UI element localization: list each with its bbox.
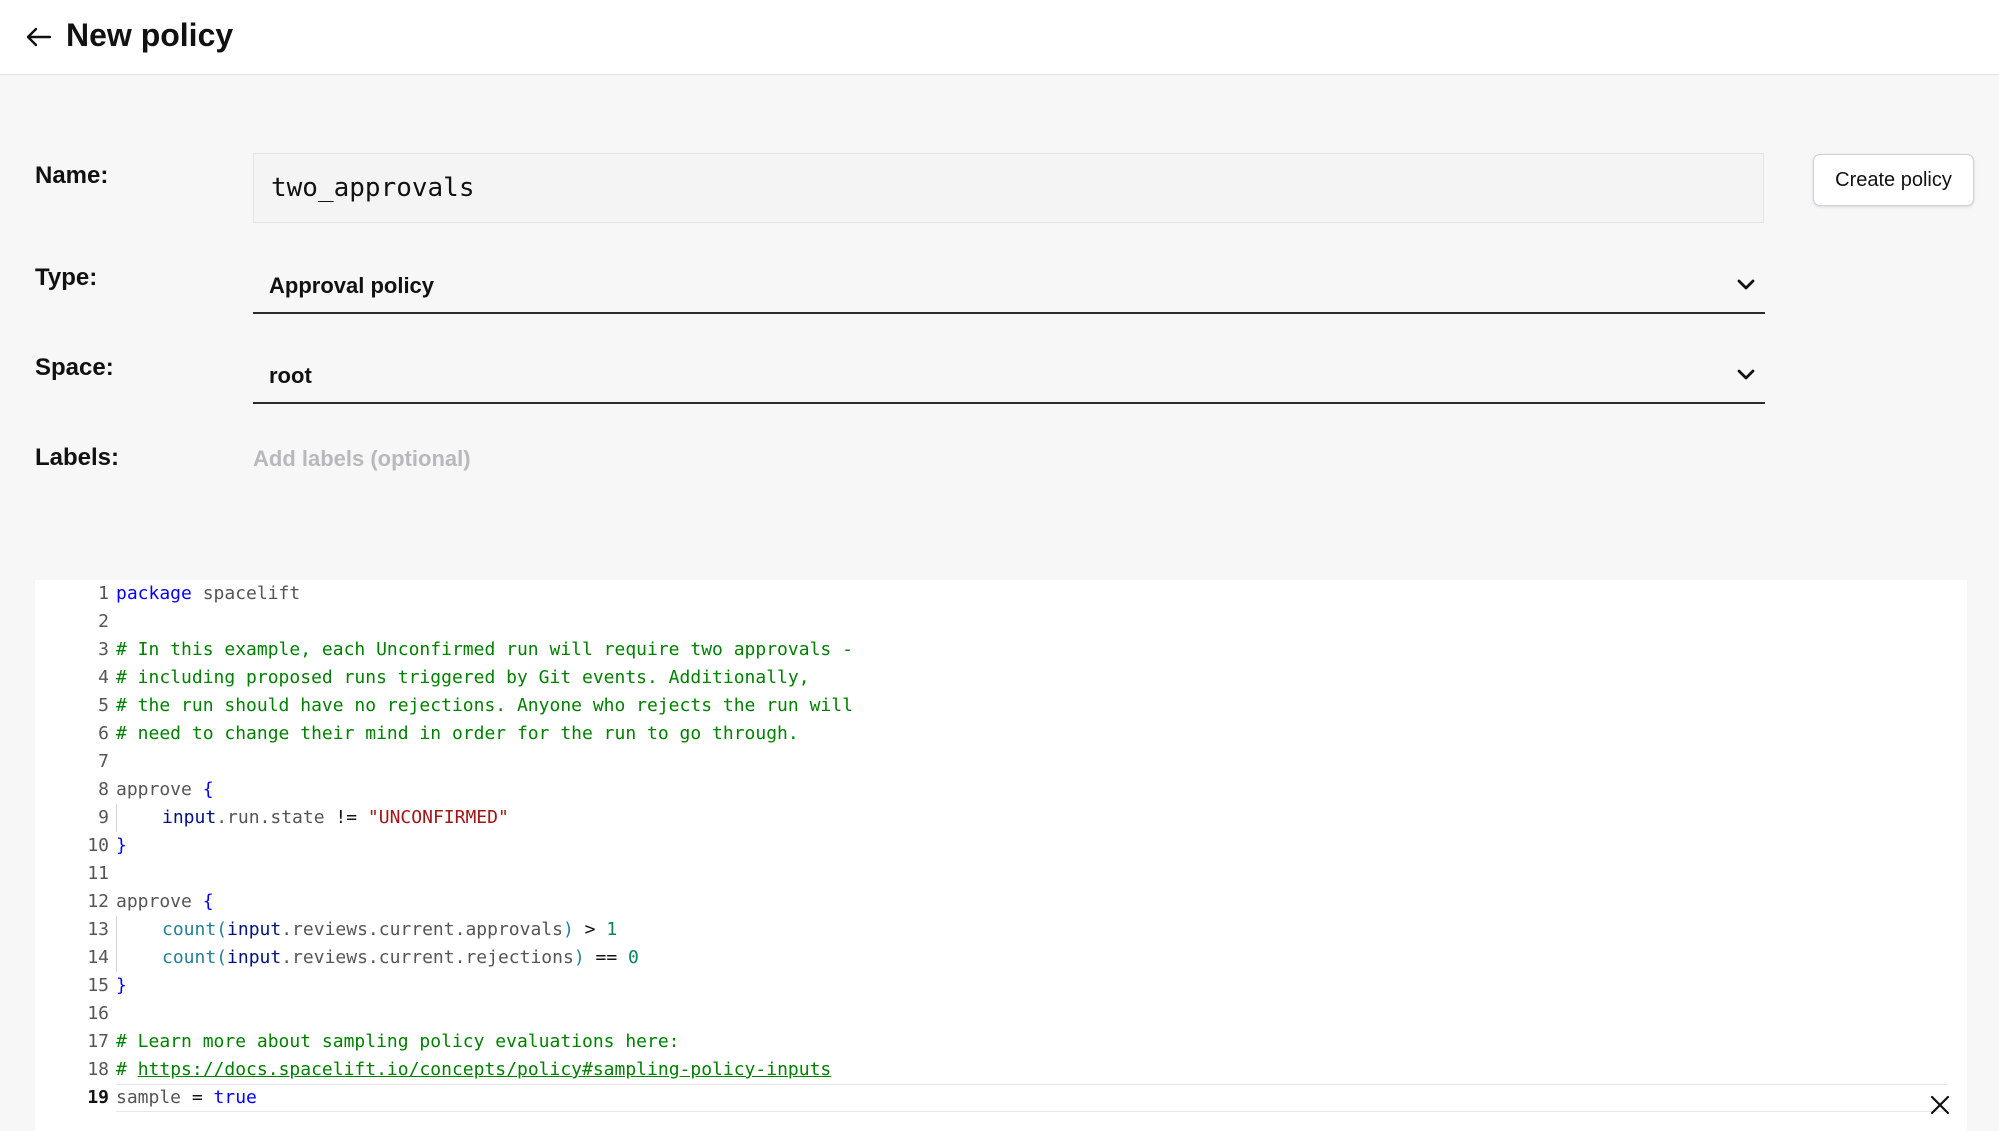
chevron-down-icon [1737, 369, 1755, 380]
input-keyword: input [162, 807, 217, 828]
brace: { [191, 891, 214, 912]
code-comment: # including proposed runs triggered by G… [116, 667, 810, 688]
input-keyword: input [227, 919, 282, 940]
type-select-value: Approval policy [269, 273, 435, 298]
line-number: 16 [87, 1003, 109, 1024]
code-line: input.run.state != "UNCONFIRMED" [162, 804, 509, 832]
path: .reviews.current.approvals [281, 919, 563, 940]
function-name: count [162, 919, 217, 940]
line-number: 3 [98, 639, 109, 660]
close-icon[interactable] [1929, 1094, 1951, 1116]
code-line: approve { [116, 776, 214, 804]
comment-hash: # [116, 1059, 138, 1080]
brace: { [191, 779, 214, 800]
line-number: 17 [87, 1031, 109, 1052]
page-header: New policy [0, 0, 1999, 75]
number-literal: 0 [628, 947, 639, 968]
operator: == [584, 947, 629, 968]
brace: } [116, 975, 127, 996]
string-literal: "UNCONFIRMED" [367, 807, 509, 828]
line-number: 11 [87, 863, 109, 884]
code-content[interactable]: package spacelift # In this example, eac… [116, 580, 1967, 1131]
code-line: approve { [116, 888, 214, 916]
chevron-down-icon [1737, 279, 1755, 290]
line-number: 2 [98, 611, 109, 632]
indent-guide [116, 916, 117, 972]
arrow-left-icon [26, 27, 52, 47]
line-number: 9 [98, 807, 109, 828]
line-number: 14 [87, 947, 109, 968]
line-number: 6 [98, 723, 109, 744]
rule-name: approve [116, 891, 192, 912]
line-number: 4 [98, 667, 109, 688]
code-comment: # the run should have no rejections. Any… [116, 695, 853, 716]
code-comment: # In this example, each Unconfirmed run … [116, 639, 853, 660]
line-number: 13 [87, 919, 109, 940]
page-title: New policy [66, 17, 234, 53]
line-number-gutter: 1 2 3 4 5 6 7 8 9 10 11 12 13 14 15 16 1… [35, 580, 115, 1131]
operator: != [324, 807, 368, 828]
code-comment: # need to change their mind in order for… [116, 723, 799, 744]
number-literal: 1 [606, 919, 618, 940]
line-number: 5 [98, 695, 109, 716]
line-number: 8 [98, 779, 109, 800]
type-select[interactable]: Approval policy [253, 256, 1765, 314]
line-number: 18 [87, 1059, 109, 1080]
code-line: sample = true [116, 1084, 257, 1112]
function-name: count [162, 947, 217, 968]
name-label: Name: [35, 162, 109, 189]
keyword: package [116, 583, 192, 604]
labels-input[interactable] [253, 444, 1053, 474]
path: .reviews.current.rejections [281, 947, 574, 968]
labels-label: Labels: [35, 444, 120, 471]
indent-guide [116, 804, 117, 832]
paren: ( [216, 919, 228, 940]
rule-name: approve [116, 779, 192, 800]
code-editor[interactable]: 1 2 3 4 5 6 7 8 9 10 11 12 13 14 15 16 1… [35, 580, 1967, 1131]
operator: > [573, 919, 607, 940]
code-line: package spacelift [116, 580, 300, 608]
code-line: count(input.reviews.current.rejections) … [162, 944, 639, 972]
back-button[interactable] [22, 20, 56, 54]
line-number: 1 [98, 583, 109, 604]
line-number: 10 [87, 835, 109, 856]
identifier: sample [116, 1087, 182, 1108]
boolean-literal: true [213, 1087, 257, 1108]
space-label: Space: [35, 354, 114, 381]
paren: ) [562, 919, 574, 940]
docs-link[interactable]: https://docs.spacelift.io/concepts/polic… [138, 1059, 832, 1080]
brace: } [116, 835, 127, 856]
name-input[interactable] [253, 153, 1764, 223]
identifier: spacelift [191, 583, 301, 604]
type-label: Type: [35, 264, 98, 291]
line-number: 12 [87, 891, 109, 912]
line-number: 15 [87, 975, 109, 996]
paren: ( [216, 947, 228, 968]
operator: = [181, 1087, 214, 1108]
create-policy-button[interactable]: Create policy [1813, 154, 1974, 206]
space-select[interactable]: root [253, 346, 1765, 404]
input-keyword: input [227, 947, 282, 968]
line-number: 7 [98, 751, 109, 772]
code-line: count(input.reviews.current.approvals) >… [162, 916, 617, 944]
code-comment: # Learn more about sampling policy evalu… [116, 1031, 680, 1052]
paren: ) [573, 947, 585, 968]
space-select-value: root [269, 363, 312, 388]
code-line: # https://docs.spacelift.io/concepts/pol… [116, 1056, 831, 1084]
line-number-active: 19 [87, 1087, 109, 1108]
path: .run.state [216, 807, 325, 828]
